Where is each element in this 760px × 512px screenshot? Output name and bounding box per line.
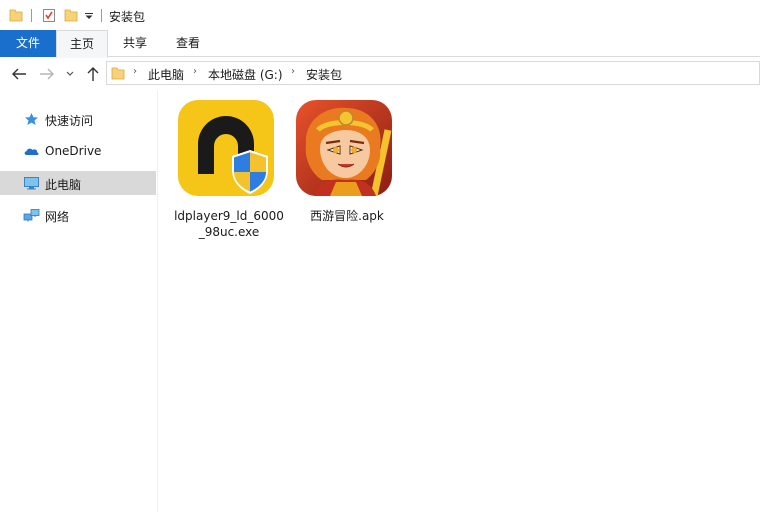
chevron-right-icon[interactable]: › [193,66,197,77]
tab-file[interactable]: 文件 [0,30,56,57]
folder-icon [111,67,125,80]
recent-locations-chevron-icon[interactable] [64,66,76,82]
network-icon [23,209,40,222]
breadcrumb-local-disk[interactable]: 本地磁盘 (G:) [208,66,283,83]
file-list: ldplayer9_ld_6000_98uc.exe 西游冒险.apk [158,90,760,512]
sidebar-item-quick-access[interactable]: 快速访问 [0,107,156,131]
title-separator [101,9,102,22]
address-bar[interactable]: › 此电脑 › 本地磁盘 (G:) › 安装包 [106,61,760,85]
quick-access-separator [31,9,32,22]
file-name: 西游冒险.apk [310,209,384,223]
sidebar-item-label: 此电脑 [45,178,82,192]
properties-icon[interactable] [42,7,56,23]
sidebar-item-label: 网络 [45,210,70,224]
chevron-right-icon[interactable]: › [291,66,295,77]
up-arrow-icon[interactable] [84,66,102,82]
sidebar-item-label: OneDrive [45,144,102,158]
file-item-game-apk[interactable]: 西游冒险.apk [292,100,402,240]
customize-dropdown-icon[interactable] [84,12,94,20]
sidebar-item-label: 快速访问 [45,114,94,128]
sidebar-item-network[interactable]: 网络 [0,203,156,227]
file-item-ldplayer[interactable]: ldplayer9_ld_6000_98uc.exe [174,100,284,240]
back-arrow-icon[interactable] [10,66,28,82]
monkey-king-game-icon [296,100,392,196]
window-title: 安装包 [109,10,146,24]
sidebar-item-this-pc[interactable]: 此电脑 [0,171,156,195]
tab-view[interactable]: 查看 [164,30,212,57]
folder-icon[interactable] [9,7,23,23]
title-bar: 安装包 [0,0,760,30]
star-icon [25,113,38,125]
ldplayer-app-icon [178,100,274,196]
cloud-icon [24,148,39,155]
new-folder-icon[interactable] [64,7,78,23]
file-name: ldplayer9_ld_6000_98uc.exe [174,209,284,239]
chevron-right-icon[interactable]: › [133,66,137,77]
ribbon-tabs: 文件 主页 共享 查看 [0,30,760,58]
breadcrumb-install-folder[interactable]: 安装包 [306,66,342,83]
navigation-pane: 快速访问 OneDrive 此电脑 网络 [0,90,158,512]
breadcrumb-this-pc[interactable]: 此电脑 [148,66,184,83]
address-row: › 此电脑 › 本地磁盘 (G:) › 安装包 [0,58,760,90]
forward-arrow-icon[interactable] [38,66,56,82]
tab-home[interactable]: 主页 [56,30,108,58]
sidebar-item-onedrive[interactable]: OneDrive [0,139,156,163]
tab-share[interactable]: 共享 [112,30,158,57]
computer-icon [24,177,39,190]
